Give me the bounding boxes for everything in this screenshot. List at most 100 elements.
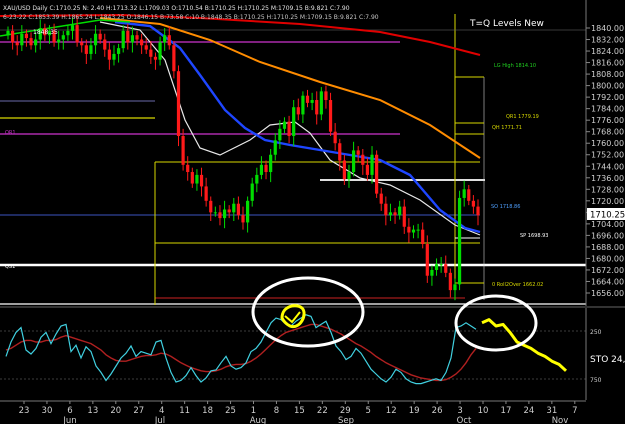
candle-body [181,136,185,165]
candle-body [457,197,462,285]
time-tick-label: 24 [523,406,534,416]
level-label: 0 Roll2Over 1662.02 [492,282,543,288]
price-tick-label: 1800.00 [591,82,624,91]
time-tick-label: 1 [251,406,256,416]
time-tick-label: 27 [133,406,144,416]
level-label: QH 1771.71 [492,125,522,131]
sto-label: STO 24, [590,355,625,365]
time-tick-label: 10 [478,406,489,416]
price-tick-label: 1736.00 [591,174,624,183]
open-price-tag: 1848.35 [33,29,58,36]
candle-body [186,164,190,173]
candle-body [287,121,291,137]
price-tick-label: 1840.00 [591,24,624,33]
candle-body [476,206,480,216]
chart-title: T=Q Levels New [469,19,544,29]
time-tick-label: 20 [110,406,121,416]
price-tick-label: 1656.00 [591,289,624,298]
candle-body [425,244,429,276]
candle-body [232,203,236,213]
candle-body [195,174,199,184]
candle-body [411,229,416,233]
price-tick-label: 1808.00 [591,70,624,79]
candle-body [398,206,402,216]
time-tick-label: 30 [42,406,53,416]
price-tick-label: 1664.00 [591,277,624,286]
candle-body [296,107,300,115]
candle-body [75,25,79,43]
candle-body [361,154,365,165]
price-tick-label: 1760.00 [591,139,624,148]
candle-body [356,150,360,155]
level-label: LG High 1814.10 [494,63,536,69]
month-label: Aug [250,416,267,424]
candle-body [209,200,213,213]
current-price-label: 1710.25 [590,211,625,221]
candle-body [407,226,411,233]
candle-body [273,140,277,155]
candle-body [29,38,33,46]
candle-body [402,206,406,227]
candle-body [319,91,323,115]
candle-body [388,212,393,216]
candle-body [34,39,38,46]
candle-body [453,284,457,291]
candle-body [324,91,328,101]
price-tick-label: 1816.00 [591,59,624,68]
time-tick-label: 26 [432,406,443,416]
candle-body [176,71,181,137]
candle-body [107,49,111,60]
candle-body [393,212,397,216]
candle-body [24,33,29,39]
candle-body [227,209,231,213]
candle-body [144,45,148,50]
candle-body [305,95,310,103]
candle-body [149,49,153,57]
time-tick-label: 13 [87,406,98,416]
sto-axis-label-lower: 750 [590,377,602,384]
price-tick-label: 1728.00 [591,185,624,194]
time-tick-label: 18 [202,406,213,416]
time-tick-label: 22 [317,406,328,416]
candle-body [333,131,337,144]
candle-body [80,42,84,46]
candle-body [471,200,475,207]
candle-body [218,212,222,219]
candle-body [103,39,107,50]
candle-body [430,269,434,276]
month-label: Sep [338,416,354,424]
time-tick-label: 19 [409,406,420,416]
candle-body [375,154,379,194]
candle-body [416,229,420,231]
time-tick-label: 11 [179,406,190,416]
candle-body [204,186,208,201]
candle-body [6,30,10,36]
candle-body [93,33,98,46]
candle-body [328,100,333,132]
candle-body [379,193,383,204]
candle-body [61,35,65,40]
candle-body [199,174,204,187]
ohlc-info-line: 6-23-22 C:1853.39 H:1865.24 L:1843.25 O:… [3,14,379,21]
time-tick-label: 12 [386,406,397,416]
candle-body [255,174,259,184]
price-tick-label: 1832.00 [591,36,624,45]
candle-body [292,107,296,137]
candle-body [190,172,194,184]
candle-body [20,33,24,46]
price-tick-label: 1704.00 [591,220,624,229]
candle-body [347,172,351,180]
candle-body [116,48,121,54]
candle-body [89,45,93,54]
candle-body [140,39,144,46]
level-label: QS1 [5,264,15,270]
candle-body [338,143,342,161]
time-tick-label: 23 [19,406,30,416]
time-tick-label: 5 [366,406,371,416]
candle-body [278,128,282,141]
candle-body [259,164,264,175]
price-tick-label: 1768.00 [591,128,624,137]
candle-body [98,33,102,40]
candle-body [70,25,75,31]
candle-body [462,189,466,198]
